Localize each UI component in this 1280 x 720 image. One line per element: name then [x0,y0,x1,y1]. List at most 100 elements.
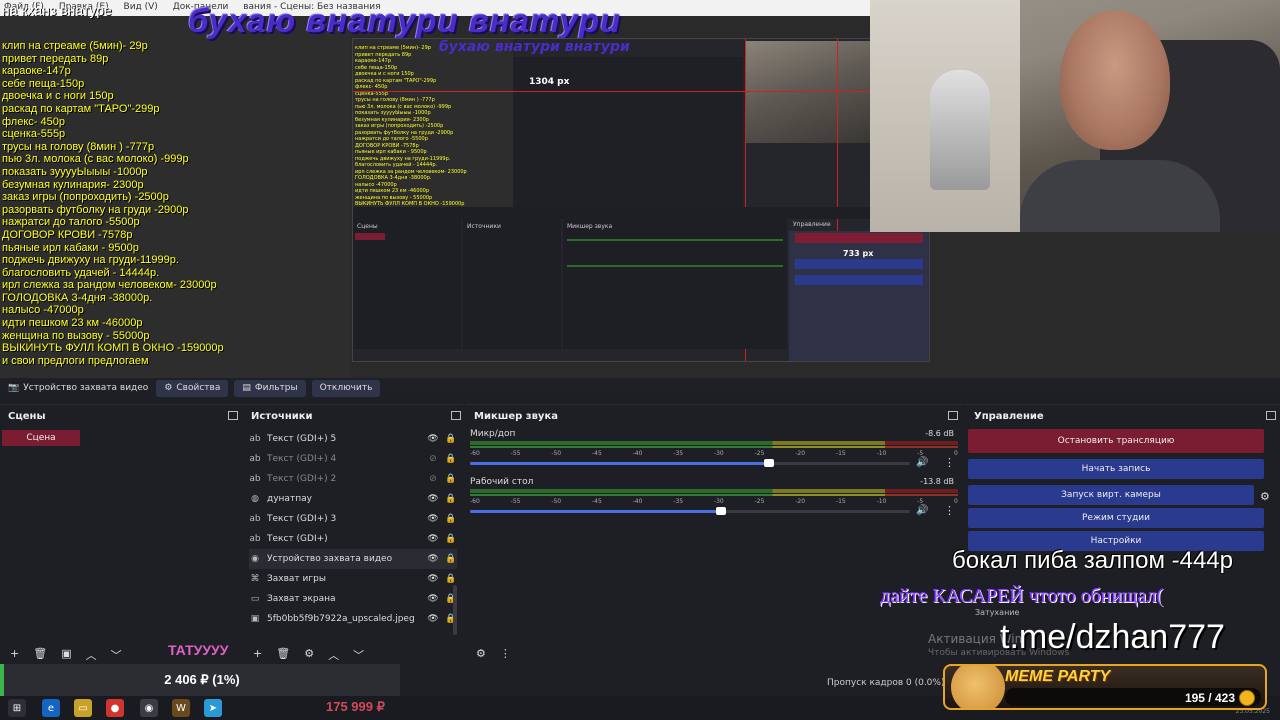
lock-icon[interactable]: 🔒 [445,474,457,484]
add-source-button[interactable]: + [253,647,262,663]
overlay-title: бухаю внатури внатури [188,2,622,39]
eye-icon[interactable]: 👁 [427,514,439,524]
obs-icon[interactable]: ◉ [140,699,158,717]
price-item: двоечка и с ноги 150р [2,90,114,103]
source-row[interactable]: ◍ дунатпау 👁 🔒 [249,489,457,509]
chrome-icon[interactable]: ● [106,699,124,717]
price-item: идти пешком 23 км -46000р [2,317,143,330]
source-row[interactable]: ab Текст (GDI+) 2 ⊘ 🔒 [249,469,457,489]
eye-icon[interactable]: 👁 [427,614,439,624]
lock-icon[interactable]: 🔒 [445,454,457,464]
studio-mode-button[interactable]: Режим студии [968,508,1264,528]
deactivate-button[interactable]: Отключить [311,379,381,397]
stream-preview[interactable]: Файл (F) Правка (E) Вид (V) Док-панели в… [0,0,1280,378]
nested-price-list: клип на стреаме (5мин)- 29р привет переда… [355,45,505,214]
source-settings-button[interactable]: ⚙ [304,647,314,663]
source-row[interactable]: ◉ Устройство захвата видео 👁 🔒 [249,549,457,569]
start-virtual-cam-button[interactable]: Запуск вирт. камеры [968,485,1254,505]
eye-icon[interactable]: 👁 [427,534,439,544]
nested-scenes-title: Сцены [357,223,378,230]
scene-item[interactable]: Сцена [2,430,80,446]
text-icon: ab [249,434,261,444]
eye-off-icon[interactable]: ⊘ [427,454,439,464]
eye-icon[interactable]: 👁 [427,494,439,504]
source-row[interactable]: ⌘ Захват игры 👁 🔒 [249,569,457,589]
price-list-panel: клип на стреаме (5мин)- 29р привет переда… [0,16,350,378]
price-item: разорвать футболку на груди -2900р [2,203,189,216]
lock-icon[interactable]: 🔒 [445,574,457,584]
speaker-icon[interactable]: 🔊 [916,457,928,468]
volume-knob[interactable] [715,507,726,515]
source-row[interactable]: ab Текст (GDI+) 👁 🔒 [249,529,457,549]
volume-knob[interactable] [764,459,775,467]
lock-icon[interactable]: 🔒 [445,514,457,524]
source-label: Текст (GDI+) 2 [267,474,337,484]
text-icon: ab [249,514,261,524]
lock-icon[interactable]: 🔒 [445,554,457,564]
lock-icon[interactable]: 🔒 [445,494,457,504]
more-options-icon[interactable]: ⋮ [944,456,955,469]
move-down-button[interactable]: ﹀ [111,647,122,663]
properties-label: Свойства [176,383,221,393]
volume-slider[interactable] [470,459,910,467]
level-meter-peak [470,494,958,496]
nested-height-label: 733 px [843,249,874,258]
eye-icon[interactable]: 👁 [427,594,439,604]
start-menu-icon[interactable]: ⊞ [8,699,26,717]
properties-button[interactable]: ⚙ Свойства [156,379,229,397]
move-down-button[interactable]: ﹀ [353,647,364,663]
meter-scale: -60 -55 -50 -45 -40 -35 -30 -25 -20 -15 -10 -5 0 [470,498,958,505]
source-row[interactable]: ab Текст (GDI+) 4 ⊘ 🔒 [249,449,457,469]
donation-goal-bar: 2 406 ₽ (1%) [0,664,400,696]
doge-icon [951,666,1005,708]
price-item: трусы на голову (8мин ) -777р [2,140,155,153]
coin-icon [1239,690,1255,706]
remove-source-button[interactable]: 🗑 [276,647,290,663]
start-recording-button[interactable]: Начать запись [968,459,1264,479]
eye-off-icon[interactable]: ⊘ [427,474,439,484]
source-label: Текст (GDI+) 4 [267,454,337,464]
add-scene-button[interactable]: + [10,647,19,663]
scale-tick: -60 [470,450,480,457]
speaker-icon[interactable]: 🔊 [916,505,928,516]
scale-tick: -40 [632,498,643,505]
source-row[interactable]: ab Текст (GDI+) 3 👁 🔒 [249,509,457,529]
lock-icon[interactable]: 🔒 [445,434,457,444]
move-up-button[interactable]: ︿ [328,647,339,663]
eye-icon[interactable]: 👁 [427,554,439,564]
source-row[interactable]: ab Текст (GDI+) 5 👁 🔒 [249,429,457,449]
eye-icon[interactable]: 👁 [427,434,439,444]
price-list: клип на стреаме (5мин)- 29р привет переда… [2,40,224,367]
stop-stream-button[interactable]: Остановить трансляцию [968,429,1264,453]
advanced-audio-button[interactable]: ⚙ [476,647,486,660]
more-options-icon[interactable]: ⋮ [944,504,955,517]
more-options-icon[interactable]: ⋮ [500,647,511,660]
volume-slider[interactable] [470,507,910,515]
move-up-button[interactable]: ︿ [86,647,97,663]
source-row[interactable]: ▣ 5fb0bb5f9b7922a_upscaled.jpeg 👁 🔒 [249,609,457,629]
virtual-cam-settings-icon[interactable]: ⚙ [1260,490,1270,503]
track-name: Рабочий стол [470,477,534,487]
telegram-icon[interactable]: ➤ [204,699,222,717]
remove-scene-button[interactable]: 🗑 [33,647,47,663]
lock-icon[interactable]: 🔒 [445,534,457,544]
deactivate-label: Отключить [319,383,373,393]
scale-tick: -50 [551,450,562,457]
source-label: Текст (GDI+) 5 [267,434,337,444]
popout-icon[interactable] [948,411,958,420]
popout-icon[interactable] [451,411,461,420]
webcam-feed [870,0,1280,232]
source-row[interactable]: ▭ Захват экрана 👁 🔒 [249,589,457,609]
winrar-icon[interactable]: W [172,699,190,717]
filters-button[interactable]: ▤ Фильтры [234,379,306,397]
eye-icon[interactable]: 👁 [427,574,439,584]
price-item: клип на стреаме (5мин)- 29р [2,40,148,52]
menu-view[interactable]: Вид (V) [124,2,158,12]
popout-icon[interactable] [228,411,238,420]
popout-icon[interactable] [1266,411,1276,420]
explorer-icon[interactable]: ▭ [74,699,92,717]
edge-icon[interactable]: e [42,699,60,717]
source-label: Захват игры [267,574,326,584]
sources-scrollbar[interactable] [453,585,457,635]
scene-filters-button[interactable]: ▣ [61,647,71,663]
